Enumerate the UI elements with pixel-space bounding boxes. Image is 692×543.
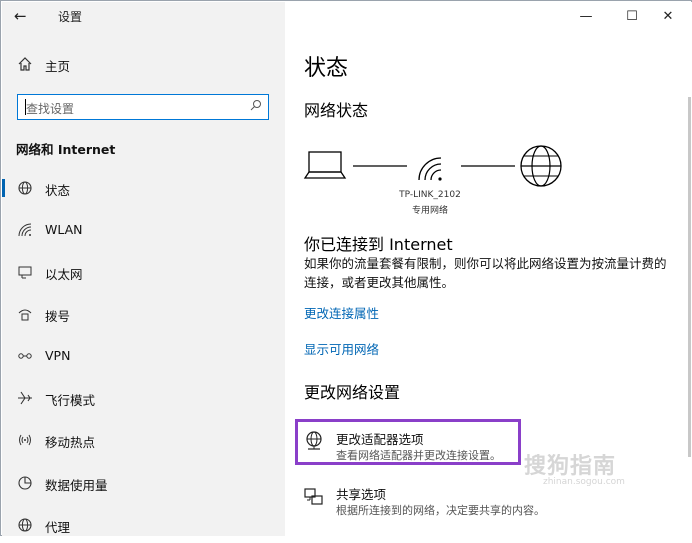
- search-icon[interactable]: [250, 99, 262, 114]
- sidebar-item-label: 移动热点: [45, 435, 96, 450]
- show-available-networks-link[interactable]: 显示可用网络: [304, 339, 379, 358]
- sidebar-section-title: 网络和 Internet: [16, 142, 116, 157]
- watermark-url: zhinan.sogou.com: [543, 477, 625, 487]
- connected-description: 如果你的流量套餐有限制，则你可以将此网络设置为按流量计费的连接，或者更改其他属性…: [304, 256, 667, 290]
- wifi-icon: [16, 222, 34, 238]
- ethernet-icon: [16, 264, 34, 280]
- sidebar-item-status[interactable]: 状态: [2, 170, 285, 206]
- data-usage-icon: [16, 475, 34, 491]
- sharing-icon: [303, 486, 327, 510]
- internet-globe-icon: [520, 145, 562, 187]
- minimize-icon: —: [579, 9, 593, 24]
- sidebar-item-label: 状态: [45, 183, 71, 198]
- change-network-settings-heading: 更改网络设置: [304, 383, 401, 402]
- sharing-options-title: 共享选项: [336, 487, 387, 502]
- sidebar-item-airplane[interactable]: 飞行模式: [2, 380, 285, 416]
- sidebar-item-vpn[interactable]: VPN: [2, 338, 285, 374]
- sidebar-item-dialup[interactable]: 拨号: [2, 296, 285, 332]
- highlight-box: [295, 419, 521, 465]
- sidebar-item-label: 拨号: [45, 309, 71, 324]
- sidebar-item-proxy[interactable]: 代理: [2, 507, 285, 543]
- sidebar-item-label: 主页: [45, 59, 71, 74]
- page-title: 状态: [304, 56, 349, 81]
- selection-indicator: [2, 179, 5, 197]
- maximize-icon: ☐: [626, 9, 638, 24]
- connected-heading: 你已连接到 Internet: [304, 235, 453, 254]
- vpn-icon: [16, 348, 34, 364]
- network-name: TP-LINK_2102: [399, 190, 461, 200]
- close-icon: ✕: [662, 9, 674, 24]
- sidebar-item-hotspot[interactable]: 移动热点: [2, 422, 285, 458]
- globe-icon: [16, 517, 34, 533]
- window-title: 设置: [58, 10, 83, 24]
- change-connection-properties-link[interactable]: 更改连接属性: [304, 303, 379, 322]
- hotspot-icon: [16, 432, 34, 448]
- sidebar-item-label: 以太网: [45, 267, 83, 282]
- airplane-icon: [16, 390, 34, 406]
- back-arrow-icon[interactable]: ←: [14, 6, 34, 26]
- main-content: — ☐ ✕ 状态 网络状态 TP-LINK_2102 专用网络 你已连接到 In…: [285, 2, 692, 536]
- status-globe-icon: [16, 180, 34, 196]
- watermark-logo: 搜狗指南: [524, 454, 617, 479]
- home-icon: [16, 56, 34, 72]
- scrollbar[interactable]: [688, 97, 691, 457]
- sharing-options-subtitle: 根据所连接到的网络，决定要共享的内容。: [336, 504, 545, 517]
- network-type: 专用网络: [411, 206, 448, 216]
- sidebar-item-label: 飞行模式: [45, 393, 96, 408]
- sidebar-item-data-usage[interactable]: 数据使用量: [2, 465, 285, 501]
- sidebar-item-label: VPN: [45, 348, 71, 363]
- sidebar-item-ethernet[interactable]: 以太网: [2, 254, 285, 290]
- network-status-heading: 网络状态: [304, 101, 369, 120]
- minimize-button[interactable]: —: [563, 2, 609, 32]
- sidebar-item-home[interactable]: 主页: [2, 46, 285, 82]
- sidebar-item-label: 代理: [45, 520, 71, 535]
- sidebar-item-label: 数据使用量: [45, 478, 108, 493]
- laptop-icon: [303, 151, 347, 179]
- sidebar: ← 设置 主页 查找设置 网络和 Internet 状态 WLAN 以太网 拨号…: [2, 2, 285, 536]
- close-button[interactable]: ✕: [645, 2, 691, 32]
- sidebar-item-label: WLAN: [45, 222, 83, 237]
- settings-window: ← 设置 主页 查找设置 网络和 Internet 状态 WLAN 以太网 拨号…: [0, 0, 692, 536]
- search-placeholder: 查找设置: [26, 102, 75, 116]
- wifi-signal-icon: [418, 157, 442, 181]
- search-input[interactable]: 查找设置: [17, 94, 269, 120]
- sidebar-item-wlan[interactable]: WLAN: [2, 212, 285, 248]
- dialup-icon: [16, 306, 34, 322]
